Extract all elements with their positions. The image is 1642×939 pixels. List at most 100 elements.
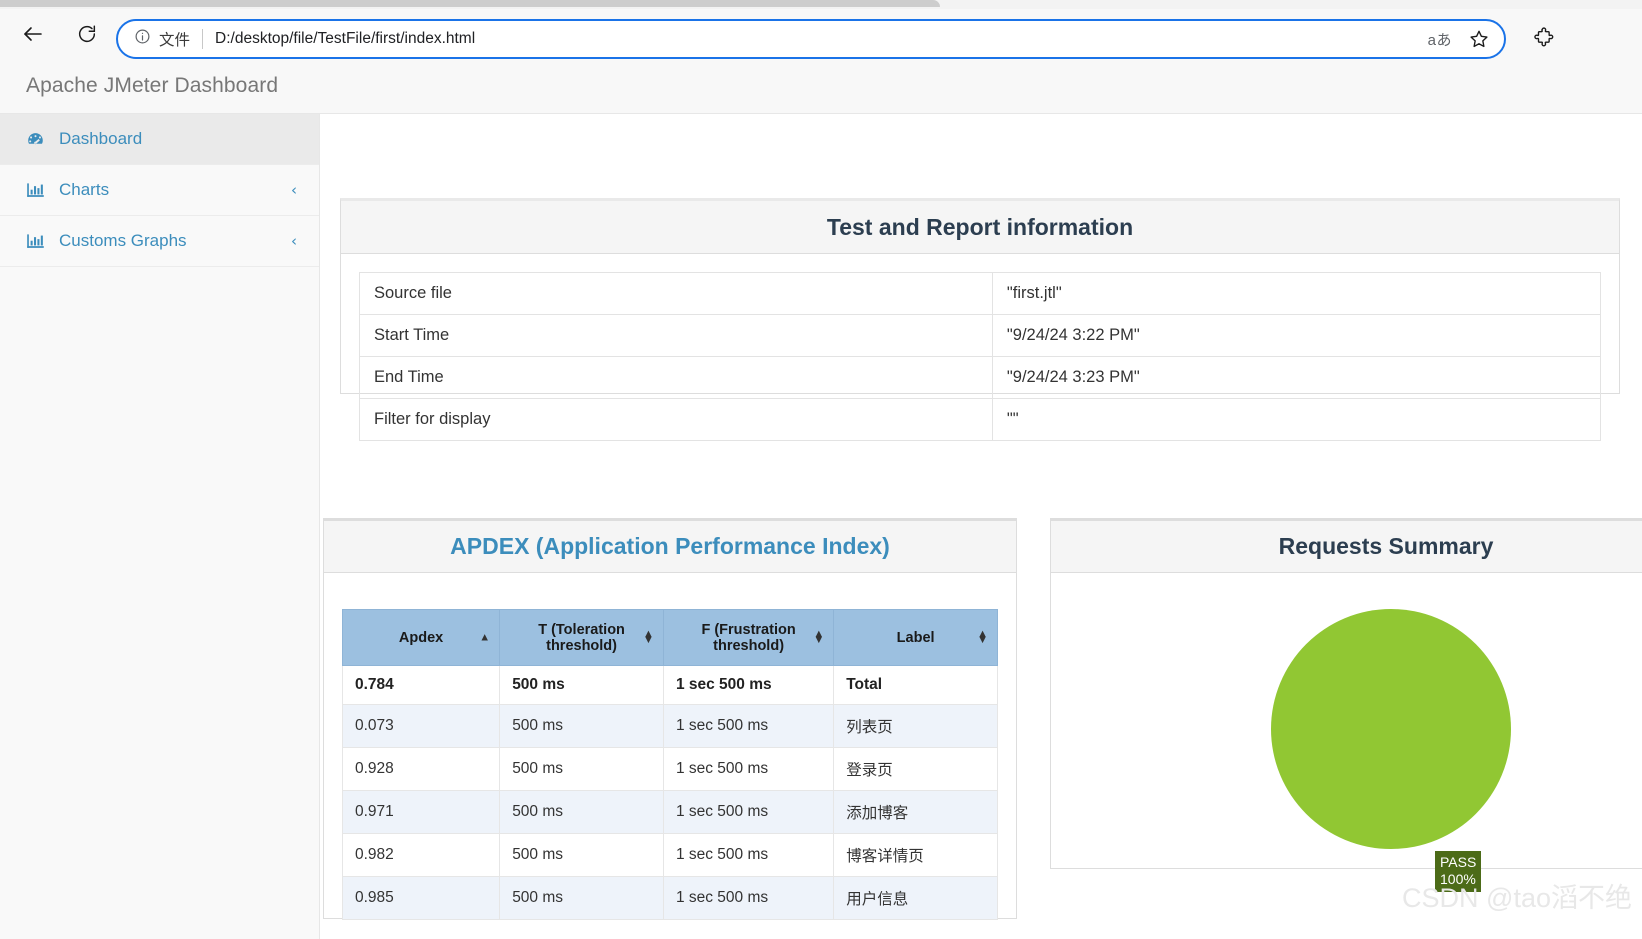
frustration-value: 1 sec 500 ms — [662, 665, 835, 705]
page-viewport: Apache JMeter Dashboard Dashboard Charts… — [0, 59, 1642, 939]
apdex-value: 0.971 — [341, 790, 501, 834]
tab-strip — [0, 0, 1642, 9]
test-info-key: Source file — [359, 272, 993, 315]
favorite-star-icon[interactable] — [1468, 28, 1490, 50]
apdex-value: 0.982 — [341, 833, 501, 877]
sidebar-chevron-icon[interactable]: ‹ — [291, 233, 297, 249]
sidebar-item-charts[interactable]: Charts ‹ — [0, 165, 319, 216]
page-title: Apache JMeter Dashboard — [26, 74, 279, 97]
table-row: Filter for display "" — [359, 398, 1602, 441]
address-bar[interactable]: 文件 D:/desktop/file/TestFile/first/index.… — [116, 19, 1506, 59]
table-header-row: Apdex ▲ T (Toleration threshold) ▲ ▼ F (… — [341, 609, 998, 666]
toleration-value: 500 ms — [499, 665, 664, 705]
apdex-value: 0.784 — [341, 665, 501, 705]
sort-both-icon[interactable]: ▲ ▼ — [643, 628, 654, 646]
sidebar: Dashboard Charts ‹ Customs Graphs ‹ — [0, 114, 320, 939]
requests-summary-header: Requests Summary — [1051, 521, 1642, 573]
test-info-value: "9/24/24 3:22 PM" — [991, 314, 1602, 357]
sort-both-icon[interactable]: ▲ ▼ — [813, 628, 824, 646]
apdex-col-label[interactable]: Label ▲ ▼ — [833, 609, 998, 666]
test-info-table: Source file "first.jtl" Start Time "9/24… — [359, 272, 1602, 441]
toleration-value: 500 ms — [499, 833, 664, 877]
apdex-body: Apdex ▲ T (Toleration threshold) ▲ ▼ F (… — [324, 573, 1016, 939]
column-label: Label — [896, 629, 935, 646]
bar-chart-icon — [26, 232, 48, 251]
extensions-button[interactable] — [1528, 23, 1560, 55]
test-info-title: Test and Report information — [826, 213, 1134, 240]
column-label: F (Frustration threshold) — [701, 621, 796, 654]
apdex-value: 0.073 — [341, 704, 501, 748]
requests-summary-panel: Requests Summary PASS 100% — [1050, 518, 1642, 892]
toleration-value: 500 ms — [499, 876, 664, 920]
back-arrow-icon — [21, 22, 45, 46]
scheme-label: 文件 — [159, 32, 191, 49]
pie-slice-label-name: PASS — [1440, 854, 1477, 870]
table-row: End Time "9/24/24 3:23 PM" — [359, 356, 1602, 399]
frustration-value: 1 sec 500 ms — [662, 876, 835, 920]
browser-toolbar: 文件 D:/desktop/file/TestFile/first/index.… — [0, 9, 1642, 59]
table-row: 0.971 500 ms 1 sec 500 ms 添加博客 — [341, 790, 998, 834]
toleration-value: 500 ms — [499, 704, 664, 748]
table-row: 0.928 500 ms 1 sec 500 ms 登录页 — [341, 747, 998, 791]
sidebar-item-dashboard[interactable]: Dashboard — [0, 114, 319, 165]
sort-both-icon[interactable]: ▲ ▼ — [977, 628, 988, 646]
omnibox-separator — [202, 29, 204, 49]
pie-slice-pass[interactable] — [1271, 609, 1511, 849]
frustration-value: 1 sec 500 ms — [662, 747, 835, 791]
toleration-value: 500 ms — [499, 747, 664, 791]
table-row: 0.784 500 ms 1 sec 500 ms Total — [341, 665, 998, 705]
bar-chart-icon — [26, 181, 48, 200]
sidebar-item-label: Charts — [59, 180, 110, 199]
sidebar-item-label: Dashboard — [59, 129, 143, 148]
requests-summary-title: Requests Summary — [1278, 533, 1494, 559]
table-row: Start Time "9/24/24 3:22 PM" — [359, 314, 1602, 357]
sidebar-item-label: Customs Graphs — [59, 231, 187, 250]
table-row: Source file "first.jtl" — [359, 272, 1602, 315]
requests-summary-body: PASS 100% — [1051, 573, 1642, 892]
reload-icon — [76, 23, 98, 45]
puzzle-piece-icon — [1533, 26, 1555, 53]
read-aloud-icon[interactable]: aあ — [1428, 29, 1452, 50]
row-label: 列表页 — [833, 704, 998, 748]
browser-chrome: 文件 D:/desktop/file/TestFile/first/index.… — [0, 0, 1642, 59]
apdex-panel: APDEX (Application Performance Index) Ap… — [323, 518, 1017, 920]
apdex-col-toleration[interactable]: T (Toleration threshold) ▲ ▼ — [499, 609, 664, 666]
test-info-body: Source file "first.jtl" Start Time "9/24… — [341, 254, 1619, 463]
apdex-value: 0.928 — [341, 747, 501, 791]
apdex-header: APDEX (Application Performance Index) — [324, 521, 1016, 573]
dashboard-gauge-icon — [26, 130, 48, 149]
table-row: 0.982 500 ms 1 sec 500 ms 博客详情页 — [341, 833, 998, 877]
app-header: Apache JMeter Dashboard — [0, 59, 1642, 114]
apdex-table: Apdex ▲ T (Toleration threshold) ▲ ▼ F (… — [341, 609, 998, 920]
test-info-panel: Test and Report information Source file … — [340, 198, 1620, 441]
main-content: Test and Report information Source file … — [321, 114, 1642, 939]
apdex-title: APDEX (Application Performance Index) — [450, 533, 890, 559]
url-text[interactable]: D:/desktop/file/TestFile/first/index.htm… — [215, 30, 1428, 48]
toleration-value: 500 ms — [499, 790, 664, 834]
browser-tab[interactable] — [0, 0, 940, 7]
test-info-key: End Time — [359, 356, 993, 399]
apdex-col-apdex[interactable]: Apdex ▲ — [341, 609, 501, 666]
back-button[interactable] — [12, 13, 54, 55]
apdex-value: 0.985 — [341, 876, 501, 920]
row-label: Total — [833, 665, 998, 705]
row-label: 用户信息 — [833, 876, 998, 920]
row-label: 添加博客 — [833, 790, 998, 834]
site-info-icon[interactable] — [134, 28, 151, 50]
frustration-value: 1 sec 500 ms — [662, 833, 835, 877]
watermark: CSDN @tao滔不绝 — [1402, 883, 1632, 913]
test-info-value: "" — [991, 398, 1602, 441]
sidebar-item-customs-graphs[interactable]: Customs Graphs ‹ — [0, 216, 319, 267]
test-info-key: Filter for display — [359, 398, 993, 441]
sidebar-chevron-icon[interactable]: ‹ — [291, 182, 297, 198]
requests-summary-pie-chart: PASS 100% — [1069, 591, 1642, 892]
column-label: T (Toleration threshold) — [538, 621, 625, 654]
sort-asc-icon[interactable]: ▲ — [479, 632, 490, 643]
table-row: 0.073 500 ms 1 sec 500 ms 列表页 — [341, 704, 998, 748]
test-info-header: Test and Report information — [341, 201, 1619, 254]
frustration-value: 1 sec 500 ms — [662, 790, 835, 834]
test-info-value: "9/24/24 3:23 PM" — [991, 356, 1602, 399]
frustration-value: 1 sec 500 ms — [662, 704, 835, 748]
apdex-col-frustration[interactable]: F (Frustration threshold) ▲ ▼ — [662, 609, 835, 666]
reload-button[interactable] — [66, 13, 108, 55]
